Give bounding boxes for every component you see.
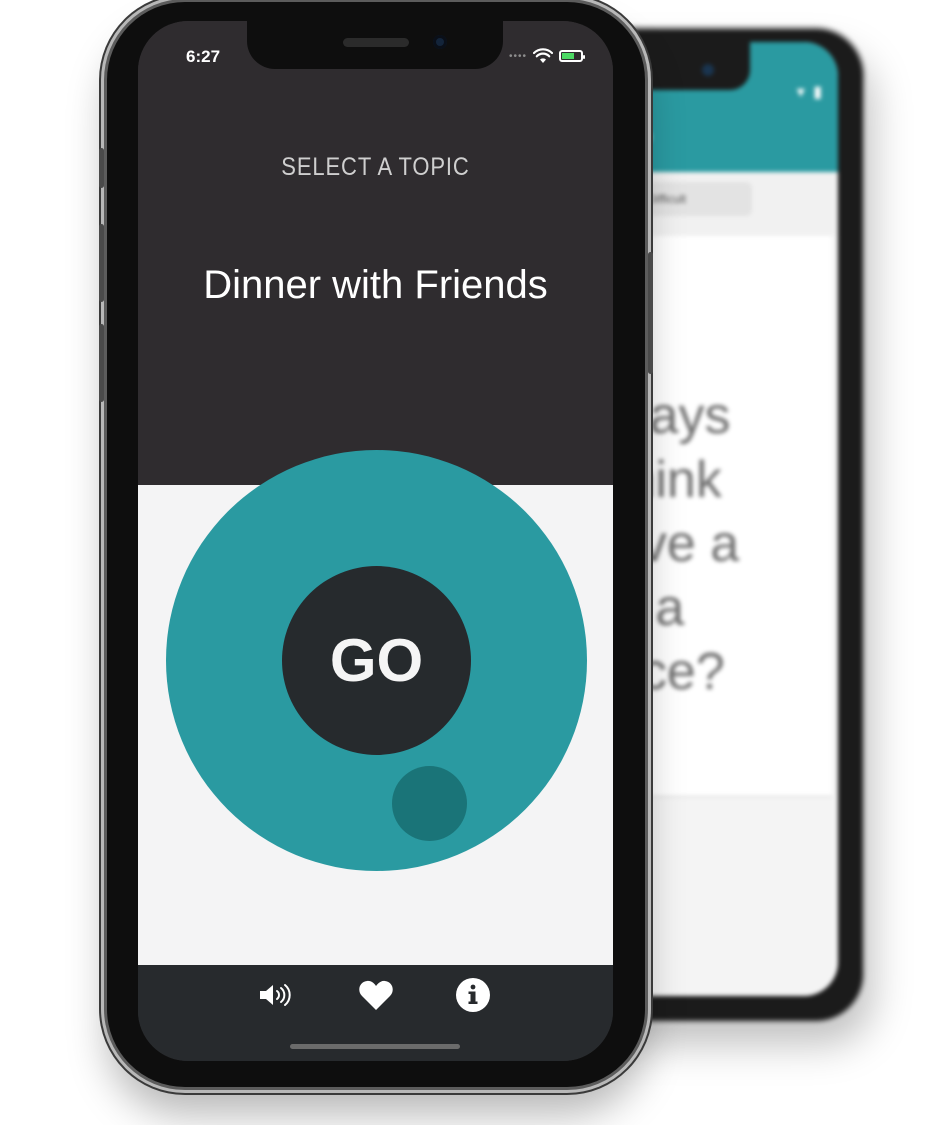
status-time: 6:27 xyxy=(186,47,221,66)
wifi-icon xyxy=(533,48,553,63)
go-button[interactable]: GO xyxy=(282,566,471,755)
front-phone: SELECT A TOPIC Dinner with Friends GO 6:… xyxy=(99,2,653,1087)
power-button xyxy=(648,252,653,374)
battery-level xyxy=(562,53,574,59)
mute-switch xyxy=(99,148,104,188)
info-icon xyxy=(456,978,490,1012)
topic-header-area: SELECT A TOPIC Dinner with Friends xyxy=(138,21,613,485)
topic-title[interactable]: Dinner with Friends xyxy=(138,263,613,308)
app-screen: SELECT A TOPIC Dinner with Friends GO 6:… xyxy=(138,21,613,1061)
signal-icon: •••• xyxy=(508,50,527,62)
info-button[interactable] xyxy=(451,977,495,1013)
front-camera xyxy=(433,35,447,49)
earpiece-speaker xyxy=(343,38,409,47)
speaker-icon xyxy=(260,984,291,1006)
background-question-text: ways think ave a e a nce? xyxy=(612,384,838,704)
battery-icon xyxy=(559,50,585,62)
volume-up-button xyxy=(99,224,104,302)
wheel-drag-handle[interactable] xyxy=(392,766,467,841)
question-line: ways xyxy=(612,387,731,445)
status-icons: •••• xyxy=(508,48,585,64)
notch xyxy=(247,21,503,69)
volume-down-button xyxy=(99,324,104,402)
question-line: ave a xyxy=(612,515,740,573)
question-line: think xyxy=(612,451,722,509)
favorites-button[interactable] xyxy=(354,977,398,1013)
sound-toggle[interactable] xyxy=(255,977,299,1013)
question-line: nce? xyxy=(612,643,725,701)
question-line: e a xyxy=(612,579,685,637)
topic-wheel[interactable]: GO xyxy=(166,450,587,871)
background-status-icons: ▾ ▮ xyxy=(796,84,824,101)
heart-icon xyxy=(359,980,393,1010)
home-indicator[interactable] xyxy=(290,1044,460,1049)
background-camera xyxy=(702,64,714,76)
select-topic-label: SELECT A TOPIC xyxy=(281,153,470,181)
